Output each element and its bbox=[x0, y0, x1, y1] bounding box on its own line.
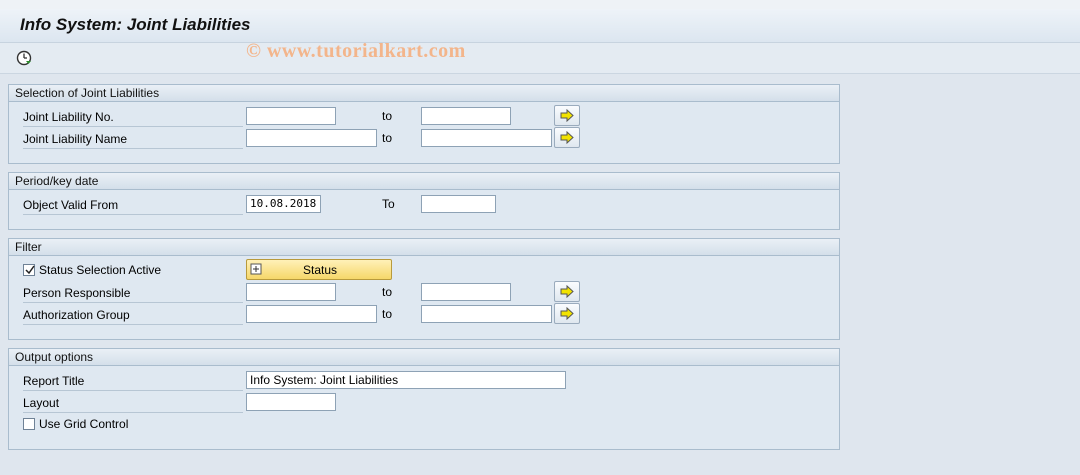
status-button[interactable]: Status bbox=[246, 259, 392, 280]
filter-group: Filter Status Selection Active Status Pe… bbox=[8, 238, 840, 340]
use-grid-control-checkbox[interactable] bbox=[23, 418, 35, 430]
joint-liability-name-row: Joint Liability Name to bbox=[9, 127, 839, 151]
status-selection-label: Status Selection Active bbox=[39, 263, 162, 277]
report-title-row: Report Title Info System: Joint Liabilit… bbox=[9, 371, 839, 393]
status-selection-checkbox[interactable] bbox=[23, 264, 35, 276]
layout-label: Layout bbox=[23, 395, 243, 413]
status-button-label: Status bbox=[302, 263, 338, 277]
output-options-group-title: Output options bbox=[9, 349, 839, 366]
authorization-group-from-input[interactable] bbox=[246, 305, 377, 323]
joint-liability-name-from-input[interactable] bbox=[246, 129, 377, 147]
output-options-group: Output options Report Title Info System:… bbox=[8, 348, 840, 450]
to-label: to bbox=[382, 131, 393, 145]
status-selection-row: Status Selection Active Status bbox=[9, 259, 839, 283]
selection-group: Selection of Joint Liabilities Joint Lia… bbox=[8, 84, 840, 164]
multiple-selection-button[interactable] bbox=[554, 303, 580, 324]
layout-row: Layout bbox=[9, 393, 839, 415]
object-valid-from-label: Object Valid From bbox=[23, 197, 243, 215]
person-responsible-label: Person Responsible bbox=[23, 285, 243, 303]
authorization-group-row: Authorization Group to bbox=[9, 303, 839, 327]
joint-liability-no-to-input[interactable] bbox=[421, 107, 511, 125]
object-valid-from-input[interactable]: 10.08.2018 bbox=[246, 195, 321, 213]
joint-liability-name-to-input[interactable] bbox=[421, 129, 552, 147]
period-group: Period/key date Object Valid From 10.08.… bbox=[8, 172, 840, 230]
arrow-right-icon bbox=[560, 307, 574, 320]
use-grid-control-row: Use Grid Control bbox=[9, 415, 839, 437]
application-toolbar bbox=[0, 43, 1080, 74]
authorization-group-label: Authorization Group bbox=[23, 307, 243, 325]
object-valid-from-row: Object Valid From 10.08.2018 To bbox=[9, 195, 839, 217]
filter-group-title: Filter bbox=[9, 239, 839, 256]
person-responsible-row: Person Responsible to bbox=[9, 281, 839, 305]
to-label: to bbox=[382, 285, 393, 299]
to-label: To bbox=[382, 197, 395, 211]
multiple-selection-button[interactable] bbox=[554, 281, 580, 302]
multiple-selection-button[interactable] bbox=[554, 105, 580, 126]
arrow-right-icon bbox=[560, 131, 574, 144]
to-label: to bbox=[382, 307, 393, 321]
joint-liability-no-row: Joint Liability No. to bbox=[9, 105, 839, 129]
to-label: to bbox=[382, 109, 393, 123]
top-strip bbox=[0, 0, 1080, 9]
selection-group-title: Selection of Joint Liabilities bbox=[9, 85, 839, 102]
checkmark-icon bbox=[25, 265, 35, 275]
person-responsible-to-input[interactable] bbox=[421, 283, 511, 301]
arrow-right-icon bbox=[560, 285, 574, 298]
arrow-right-icon bbox=[560, 109, 574, 122]
execute-clock-icon[interactable] bbox=[15, 49, 33, 67]
multiple-selection-button[interactable] bbox=[554, 127, 580, 148]
watermark: © www.tutorialkart.com bbox=[246, 40, 466, 62]
report-title-input[interactable]: Info System: Joint Liabilities bbox=[246, 371, 566, 389]
title-bar: Info System: Joint Liabilities bbox=[0, 9, 1080, 43]
report-title-label: Report Title bbox=[23, 373, 243, 391]
period-group-title: Period/key date bbox=[9, 173, 839, 190]
joint-liability-no-from-input[interactable] bbox=[246, 107, 336, 125]
person-responsible-from-input[interactable] bbox=[246, 283, 336, 301]
layout-input[interactable] bbox=[246, 393, 336, 411]
object-valid-to-input[interactable] bbox=[421, 195, 496, 213]
joint-liability-name-label: Joint Liability Name bbox=[23, 131, 243, 149]
authorization-group-to-input[interactable] bbox=[421, 305, 552, 323]
joint-liability-no-label: Joint Liability No. bbox=[23, 109, 243, 127]
page-title: Info System: Joint Liabilities bbox=[20, 15, 251, 34]
use-grid-control-label: Use Grid Control bbox=[39, 417, 129, 431]
